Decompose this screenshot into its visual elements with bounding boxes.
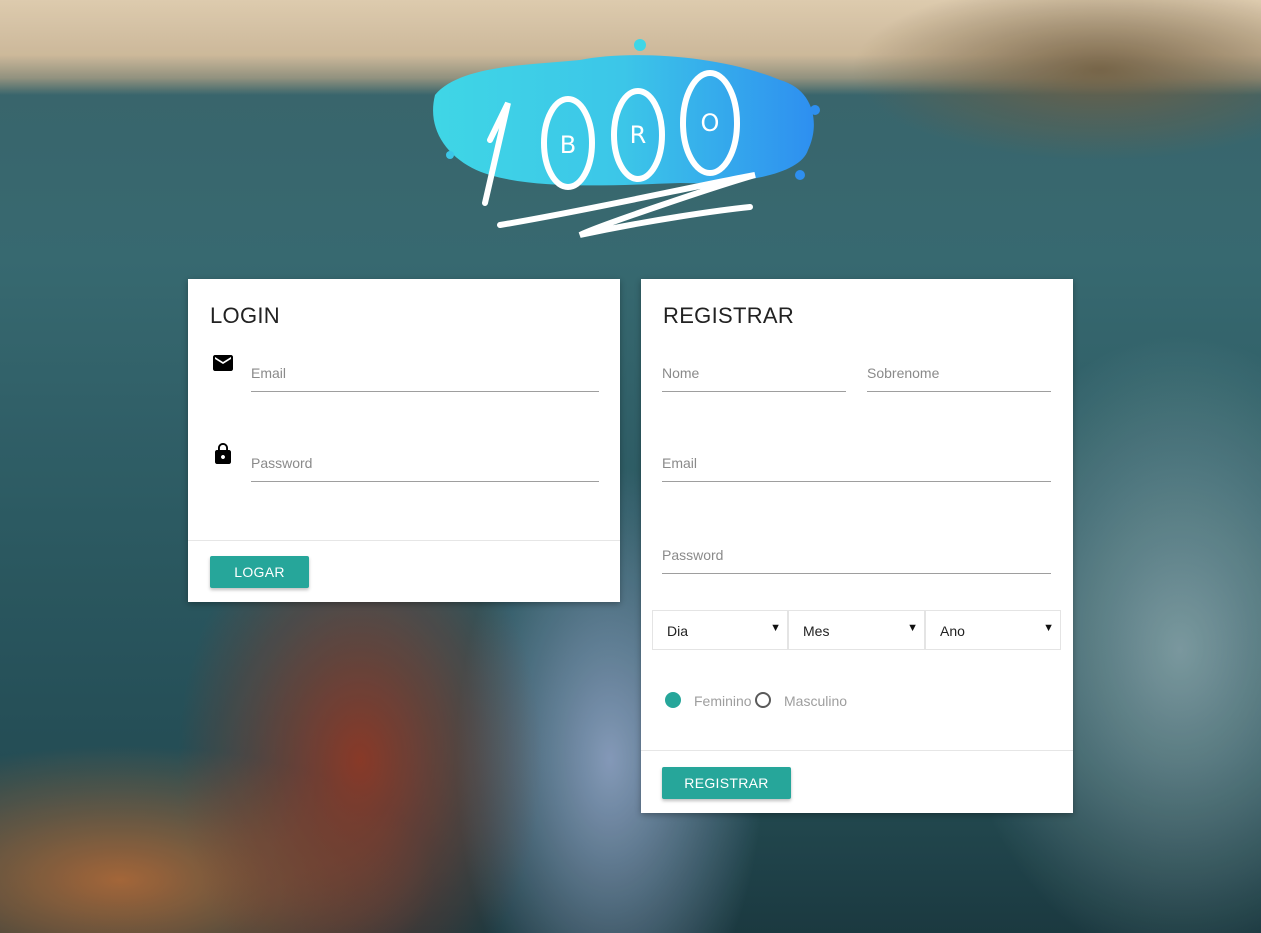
birth-year-select[interactable]: Ano ▼ — [925, 610, 1061, 650]
gender-label-masculino: Masculino — [784, 693, 848, 709]
svg-text:O: O — [701, 109, 720, 137]
login-password-input[interactable] — [251, 445, 599, 481]
mail-icon — [211, 351, 235, 375]
register-password-input[interactable] — [662, 537, 1051, 573]
radio-checked-icon — [665, 692, 681, 708]
dropdown-arrow-icon: ▼ — [907, 622, 918, 634]
register-email-input[interactable] — [662, 445, 1051, 481]
birth-year-value: Ano — [940, 623, 965, 639]
dropdown-arrow-icon: ▼ — [1043, 622, 1054, 634]
register-password-field[interactable] — [662, 537, 1051, 574]
first-name-input[interactable] — [662, 355, 846, 391]
login-password-field[interactable] — [251, 445, 599, 482]
birth-month-value: Mes — [803, 623, 830, 639]
register-email-field[interactable] — [662, 445, 1051, 482]
login-card: LOGIN LOGAR — [188, 279, 620, 602]
brand-logo: B R O — [420, 35, 830, 250]
login-title: LOGIN — [210, 303, 280, 328]
last-name-field[interactable] — [867, 355, 1051, 392]
dropdown-arrow-icon: ▼ — [770, 622, 781, 634]
svg-text:B: B — [560, 131, 576, 159]
login-card-divider — [188, 540, 620, 541]
register-card: REGISTRAR Dia ▼ Mes ▼ Ano ▼ Feminino Mas… — [641, 279, 1073, 813]
last-name-input[interactable] — [867, 355, 1051, 391]
register-title: REGISTRAR — [663, 303, 795, 328]
gender-radio-masculino[interactable]: Masculino — [755, 690, 855, 710]
register-button[interactable]: REGISTRAR — [662, 767, 791, 799]
login-email-input[interactable] — [251, 355, 599, 391]
gender-radio-feminino[interactable]: Feminino — [665, 690, 752, 710]
login-button[interactable]: LOGAR — [210, 556, 309, 588]
login-email-field[interactable] — [251, 355, 599, 392]
birth-day-select[interactable]: Dia ▼ — [652, 610, 788, 650]
first-name-field[interactable] — [662, 355, 846, 392]
svg-text:R: R — [630, 121, 647, 149]
lock-icon — [211, 442, 235, 466]
birth-month-select[interactable]: Mes ▼ — [788, 610, 925, 650]
radio-unchecked-icon — [755, 692, 771, 708]
register-card-divider — [641, 750, 1073, 751]
birth-day-value: Dia — [667, 623, 689, 639]
gender-label-feminino: Feminino — [694, 693, 752, 709]
